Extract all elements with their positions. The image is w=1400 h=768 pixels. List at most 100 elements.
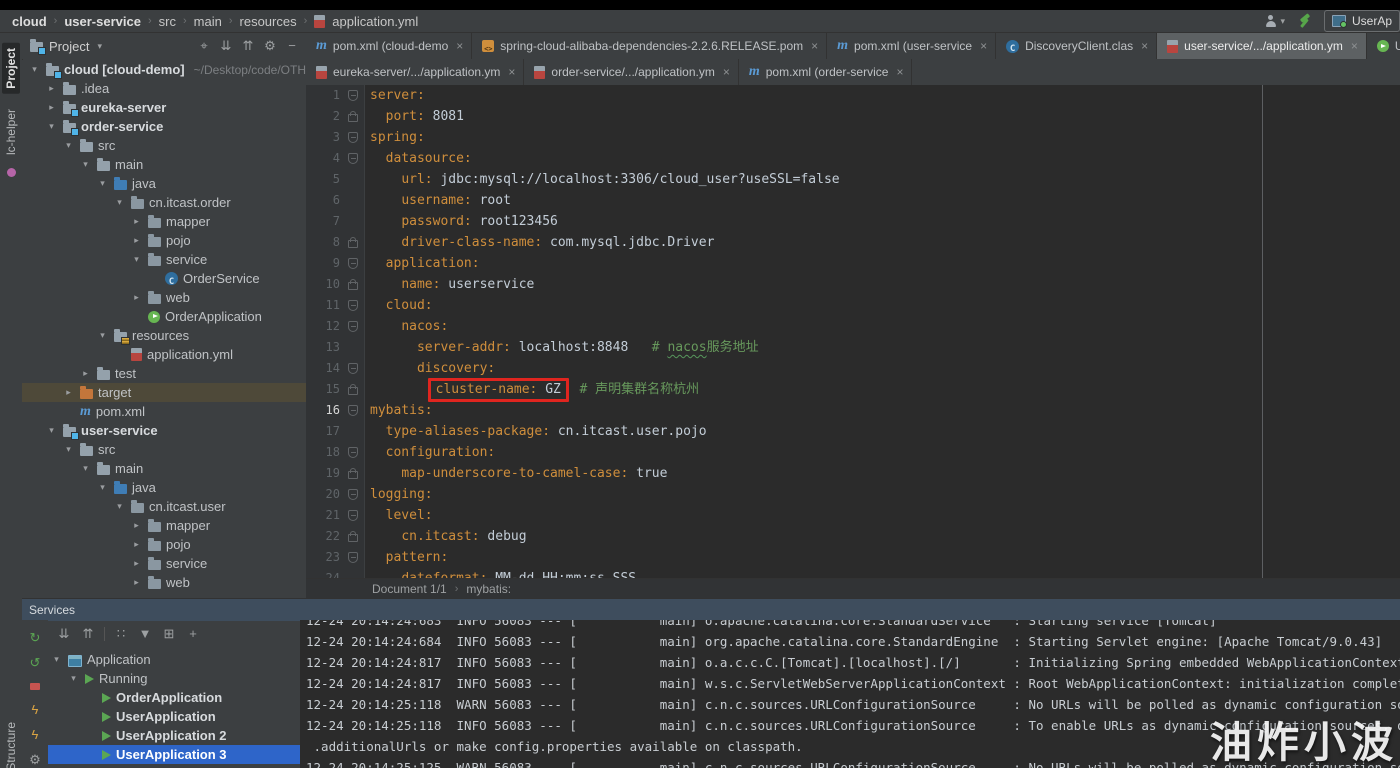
project-item-service[interactable]: ▾service — [22, 250, 306, 269]
hide-icon[interactable]: − — [284, 38, 300, 54]
collaborators-button[interactable]: ▾ — [1263, 15, 1285, 28]
locate-icon[interactable]: ⌖ — [196, 38, 212, 54]
tree-collapsed-arrow-icon[interactable]: ▸ — [130, 235, 143, 246]
tree-expanded-arrow-icon[interactable]: ▾ — [28, 64, 41, 75]
fold-marker-icon[interactable] — [348, 90, 358, 101]
tab-order-service-application-ym[interactable]: order-service/.../application.ym× — [524, 59, 738, 85]
project-item-pom-xml[interactable]: mpom.xml — [22, 402, 306, 421]
project-item-web[interactable]: ▸web — [22, 573, 306, 592]
project-panel-title[interactable]: Project — [49, 39, 89, 54]
tree-collapsed-arrow-icon[interactable]: ▸ — [79, 368, 92, 379]
tree-expanded-arrow-icon[interactable]: ▾ — [45, 121, 58, 132]
tree-expanded-arrow-icon[interactable]: ▾ — [79, 463, 92, 474]
fold-marker-icon[interactable] — [348, 258, 358, 269]
project-item-application-yml[interactable]: application.yml — [22, 345, 306, 364]
settings-icon[interactable]: ⚙ — [262, 38, 278, 54]
tree-collapsed-arrow-icon[interactable]: ▸ — [130, 558, 143, 569]
project-item-orderapplication[interactable]: OrderApplication — [22, 307, 306, 326]
tab-spring-cloud-alibaba-dependencies-2-2-6-release-pom[interactable]: spring-cloud-alibaba-dependencies-2.2.6.… — [472, 33, 827, 59]
yaml-node-breadcrumb[interactable]: mybatis: — [466, 582, 511, 596]
tree-collapsed-arrow-icon[interactable]: ▸ — [130, 216, 143, 227]
breadcrumb-item-resources[interactable]: resources — [240, 14, 297, 29]
fold-marker-icon[interactable] — [348, 153, 358, 164]
rerun-icon[interactable]: ↻ — [27, 630, 43, 646]
close-icon[interactable]: × — [896, 65, 903, 79]
project-item-service[interactable]: ▸service — [22, 554, 306, 573]
project-item-mapper[interactable]: ▸mapper — [22, 516, 306, 535]
toolwindow-lc-helper-button[interactable]: lc-helper — [2, 104, 20, 160]
tree-expanded-arrow-icon[interactable]: ▾ — [62, 140, 75, 151]
lock-marker-icon[interactable] — [348, 534, 358, 542]
service-item-userapplication-2[interactable]: UserApplication 2 — [48, 726, 300, 745]
toolwindow-project-button[interactable]: Project — [2, 43, 20, 94]
tree-expanded-arrow-icon[interactable]: ▾ — [45, 425, 58, 436]
expand-all-icon[interactable]: ⇊ — [56, 626, 72, 642]
editor[interactable]: 123456789101112131415161718192021222324 … — [306, 85, 1400, 578]
project-item-main[interactable]: ▾main — [22, 155, 306, 174]
fold-marker-icon[interactable] — [348, 489, 358, 500]
tree-collapsed-arrow-icon[interactable]: ▸ — [62, 387, 75, 398]
service-item-userapplication[interactable]: UserApplication — [48, 707, 300, 726]
lock-marker-icon[interactable] — [348, 240, 358, 248]
run-config-selector[interactable]: UserAp — [1324, 10, 1400, 32]
tree-expanded-arrow-icon[interactable]: ▾ — [62, 444, 75, 455]
hotswap-run-icon[interactable]: ϟ — [27, 702, 43, 718]
fold-marker-icon[interactable] — [348, 552, 358, 563]
project-item-orderservice[interactable]: OrderService — [22, 269, 306, 288]
project-item-test[interactable]: ▸test — [22, 364, 306, 383]
project-item-main[interactable]: ▾main — [22, 459, 306, 478]
breadcrumb-item-user-service[interactable]: user-service — [64, 14, 141, 29]
stop-icon[interactable] — [30, 683, 40, 690]
fold-marker-icon[interactable] — [348, 132, 358, 143]
tab-pom-xml-user-service[interactable]: mpom.xml (user-service× — [827, 33, 996, 59]
project-item-target[interactable]: ▸target — [22, 383, 306, 402]
tree-collapsed-arrow-icon[interactable]: ▸ — [130, 577, 143, 588]
tab-eureka-server-application-ym[interactable]: eureka-server/.../application.ym× — [306, 59, 524, 85]
close-icon[interactable]: × — [723, 65, 730, 79]
project-item-eureka-server[interactable]: ▸eureka-server — [22, 98, 306, 117]
close-icon[interactable]: × — [980, 39, 987, 53]
lock-marker-icon[interactable] — [348, 387, 358, 395]
tab-pom-xml-order-service[interactable]: mpom.xml (order-service× — [739, 59, 913, 85]
lock-marker-icon[interactable] — [348, 282, 358, 290]
project-item-pojo[interactable]: ▸pojo — [22, 535, 306, 554]
tree-collapsed-arrow-icon[interactable]: ▸ — [130, 539, 143, 550]
breadcrumb-item-application-yml[interactable]: application.yml — [332, 14, 418, 29]
close-icon[interactable]: × — [811, 39, 818, 53]
fold-marker-icon[interactable] — [348, 321, 358, 332]
fold-marker-icon[interactable] — [348, 363, 358, 374]
tab-discoveryclient-clas[interactable]: DiscoveryClient.clas× — [996, 33, 1157, 59]
hotswap-debug-icon[interactable]: ϟ — [27, 727, 43, 743]
tree-expanded-arrow-icon[interactable]: ▾ — [113, 501, 126, 512]
collapse-all-icon[interactable]: ⇈ — [240, 38, 256, 54]
service-item-running[interactable]: ▾Running — [48, 669, 300, 688]
project-item-idea[interactable]: ▸.idea — [22, 79, 306, 98]
fold-marker-icon[interactable] — [348, 300, 358, 311]
project-item-java[interactable]: ▾java — [22, 174, 306, 193]
close-icon[interactable]: × — [508, 65, 515, 79]
fold-marker-icon[interactable] — [348, 510, 358, 521]
tab-user-service-application-ym[interactable]: user-service/.../application.ym× — [1157, 33, 1367, 59]
breadcrumb-item-cloud[interactable]: cloud — [12, 14, 47, 29]
group-by-icon[interactable]: ∷ — [113, 626, 129, 642]
project-item-cn-itcast-user[interactable]: ▾cn.itcast.user — [22, 497, 306, 516]
service-item-application[interactable]: ▾Application — [48, 650, 300, 669]
tree-collapsed-arrow-icon[interactable]: ▸ — [45, 102, 58, 113]
close-icon[interactable]: × — [1351, 39, 1358, 53]
service-item-orderapplication[interactable]: OrderApplication — [48, 688, 300, 707]
lc-helper-icon[interactable] — [7, 168, 16, 177]
tab-userapplicat[interactable]: UserApplicat — [1367, 33, 1400, 59]
tree-collapsed-arrow-icon[interactable]: ▸ — [45, 83, 58, 94]
project-item-pojo[interactable]: ▸pojo — [22, 231, 306, 250]
close-icon[interactable]: × — [1141, 39, 1148, 53]
tree-expanded-arrow-icon[interactable]: ▾ — [79, 159, 92, 170]
breadcrumb-item-main[interactable]: main — [194, 14, 222, 29]
plus-icon[interactable]: + — [185, 626, 201, 642]
tree-collapsed-arrow-icon[interactable]: ▸ — [130, 292, 143, 303]
fold-marker-icon[interactable] — [348, 447, 358, 458]
add-tab-icon[interactable]: ⊞ — [161, 626, 177, 642]
tree-expanded-arrow-icon[interactable]: ▾ — [50, 654, 63, 665]
project-item-mapper[interactable]: ▸mapper — [22, 212, 306, 231]
collapse-all-icon[interactable]: ⇈ — [80, 626, 96, 642]
project-item-order-service[interactable]: ▾order-service — [22, 117, 306, 136]
